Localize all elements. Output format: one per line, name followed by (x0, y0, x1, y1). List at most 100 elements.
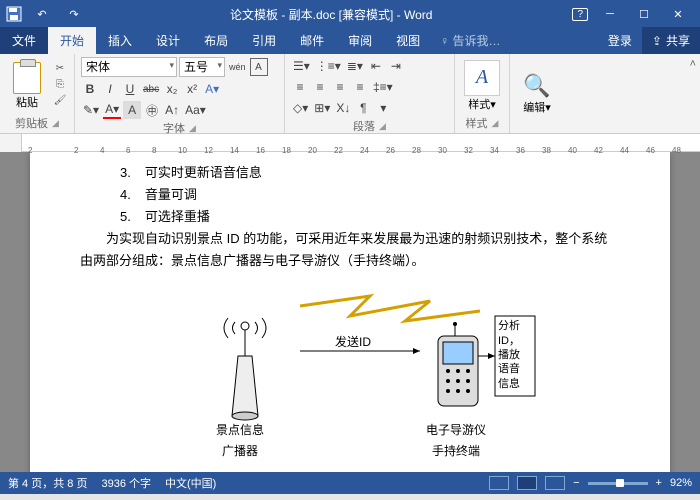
format-painter-icon[interactable]: 🖌 (52, 95, 68, 109)
ribbon-tabs: 文件 开始 插入 设计 布局 引用 邮件 审阅 视图 ♀ 告诉我… 登录 ⇪共享 (0, 28, 700, 54)
redo-icon[interactable]: ↷ (58, 4, 90, 24)
save-icon[interactable] (6, 6, 22, 22)
align-center-icon[interactable]: ≡ (311, 78, 329, 96)
text-effects-icon[interactable]: A▾ (203, 80, 221, 98)
tab-insert[interactable]: 插入 (96, 27, 144, 54)
diagram-label-left2: 广播器 (216, 441, 264, 461)
decrease-indent-icon[interactable]: ⇤ (367, 57, 385, 75)
change-case-icon[interactable]: Aa▾ (183, 101, 208, 119)
asian-layout-icon[interactable]: ▾ (374, 99, 392, 117)
account-area: ? (572, 8, 588, 21)
group-styles: A 样式▾ 样式 ◢ (455, 54, 510, 133)
font-color-icon[interactable]: A▾ (103, 101, 121, 119)
multilevel-icon[interactable]: ≣▾ (345, 57, 365, 75)
diagram-box-text: 分析 ID， 播放 语音 信息 (498, 319, 520, 390)
char-border-icon[interactable]: A (250, 58, 268, 76)
char-shading-icon[interactable]: A (123, 101, 141, 119)
document-area[interactable]: 3.可实时更新语音信息 4.音量可调 5.可选择重播 为实现自动识别景点 ID … (0, 152, 700, 472)
phonetic-guide-icon[interactable]: wén (227, 58, 248, 76)
font-size-select[interactable]: 五号 (179, 57, 225, 77)
diagram-label-send: 发送ID (335, 332, 371, 352)
tell-me[interactable]: ♀ 告诉我… (432, 27, 508, 54)
borders-icon[interactable]: ⊞▾ (312, 99, 332, 117)
web-layout-icon[interactable] (545, 476, 565, 490)
zoom-slider[interactable] (588, 482, 648, 485)
tab-home[interactable]: 开始 (48, 27, 96, 54)
share-button[interactable]: ⇪共享 (642, 27, 700, 54)
align-left-icon[interactable]: ≡ (291, 78, 309, 96)
enclose-char-icon[interactable]: ㊥ (143, 101, 161, 119)
paste-button[interactable]: 粘贴 (6, 57, 48, 114)
tab-references[interactable]: 引用 (240, 27, 288, 54)
subscript-button[interactable]: x₂ (163, 80, 181, 98)
highlight-icon[interactable]: ✎▾ (81, 101, 101, 119)
shading-icon[interactable]: ◇▾ (291, 99, 310, 117)
sort-icon[interactable]: X↓ (334, 99, 352, 117)
status-page[interactable]: 第 4 页，共 8 页 (8, 475, 87, 491)
align-right-icon[interactable]: ≡ (331, 78, 349, 96)
status-lang[interactable]: 中文(中国) (165, 475, 216, 491)
increase-indent-icon[interactable]: ⇥ (387, 57, 405, 75)
group-label-paragraph: 段落 (353, 118, 375, 134)
title-bar: ↶ ↷ 论文模板 - 副本.doc [兼容模式] - Word ? ─ ☐ ✕ (0, 0, 700, 28)
status-words[interactable]: 3936 个字 (101, 475, 151, 491)
group-clipboard: 粘贴 ✂ ⎘ 🖌 剪贴板 ◢ (0, 54, 75, 133)
cut-icon[interactable]: ✂ (52, 63, 68, 77)
tab-selector-icon[interactable] (0, 134, 22, 152)
bold-button[interactable]: B (81, 80, 99, 98)
show-marks-icon[interactable]: ¶ (354, 99, 372, 117)
dialog-launcher-icon[interactable]: ◢ (189, 123, 196, 134)
tab-file[interactable]: 文件 (0, 27, 48, 54)
collapse-ribbon-icon[interactable]: ˄ (686, 54, 700, 133)
tab-design[interactable]: 设计 (144, 27, 192, 54)
maximize-icon[interactable]: ☐ (628, 4, 660, 24)
help-icon[interactable]: ? (572, 8, 588, 21)
dialog-launcher-icon[interactable]: ◢ (492, 118, 499, 129)
tab-layout[interactable]: 布局 (192, 27, 240, 54)
font-name-select[interactable]: 宋体 (81, 57, 177, 77)
copy-icon[interactable]: ⎘ (52, 79, 68, 93)
diagram-label-right2: 手持终端 (426, 441, 486, 461)
bullets-icon[interactable]: ☰▾ (291, 57, 312, 75)
close-icon[interactable]: ✕ (662, 4, 694, 24)
zoom-in-icon[interactable]: + (656, 477, 662, 489)
superscript-button[interactable]: x² (183, 80, 201, 98)
status-bar: 第 4 页，共 8 页 3936 个字 中文(中国) − + 92% (0, 472, 700, 494)
diagram-label-right1: 电子导游仪 (426, 420, 486, 440)
print-layout-icon[interactable] (517, 476, 537, 490)
numbering-icon[interactable]: ⋮≡▾ (314, 57, 343, 75)
find-icon: 🔍 (523, 73, 550, 99)
diagram: 发送ID 分析 ID， 播放 语音 信息 景点信息 广播器 电子导游仪 手持终端 (140, 286, 560, 456)
paragraph: 为实现自动识别景点 ID 的功能，可采用近年来发展最为迅速的射频识别技术，整个系… (80, 228, 620, 272)
minimize-icon[interactable]: ─ (594, 4, 626, 24)
group-label-styles: 样式 (466, 115, 488, 131)
window-title: 论文模板 - 副本.doc [兼容模式] - Word (90, 6, 572, 23)
undo-icon[interactable]: ↶ (26, 4, 58, 24)
horizontal-ruler[interactable]: 2 24 68 1012 1416 1820 2224 2628 3032 34… (0, 134, 700, 152)
page: 3.可实时更新语音信息 4.音量可调 5.可选择重播 为实现自动识别景点 ID … (30, 152, 670, 472)
clipboard-icon (13, 62, 41, 94)
diagram-label-left1: 景点信息 (216, 420, 264, 440)
read-mode-icon[interactable] (489, 476, 509, 490)
underline-button[interactable]: U (121, 80, 139, 98)
group-font: 宋体 五号 wén A B I U abc x₂ x² A▾ ✎▾ A▾ A ㊥… (75, 54, 285, 133)
strike-button[interactable]: abc (141, 80, 161, 98)
styles-button[interactable]: A 样式▾ (461, 57, 503, 114)
dialog-launcher-icon[interactable]: ◢ (379, 121, 386, 132)
group-editing: 🔍 编辑▾ (510, 54, 564, 133)
italic-button[interactable]: I (101, 80, 119, 98)
line-spacing-icon[interactable]: ‡≡▾ (371, 78, 395, 96)
dialog-launcher-icon[interactable]: ◢ (52, 118, 59, 129)
grow-font-icon[interactable]: A↑ (163, 101, 181, 119)
group-label-clipboard: 剪贴板 (15, 115, 48, 131)
editing-button[interactable]: 🔍 编辑▾ (516, 57, 558, 130)
tab-mailings[interactable]: 邮件 (288, 27, 336, 54)
tab-view[interactable]: 视图 (384, 27, 432, 54)
justify-icon[interactable]: ≡ (351, 78, 369, 96)
zoom-level[interactable]: 92% (670, 477, 692, 489)
signin-button[interactable]: 登录 (598, 27, 642, 54)
share-icon: ⇪ (652, 34, 662, 48)
tab-review[interactable]: 审阅 (336, 27, 384, 54)
ribbon: 粘贴 ✂ ⎘ 🖌 剪贴板 ◢ 宋体 五号 wén A B I U abc x₂ (0, 54, 700, 134)
zoom-out-icon[interactable]: − (573, 477, 579, 489)
